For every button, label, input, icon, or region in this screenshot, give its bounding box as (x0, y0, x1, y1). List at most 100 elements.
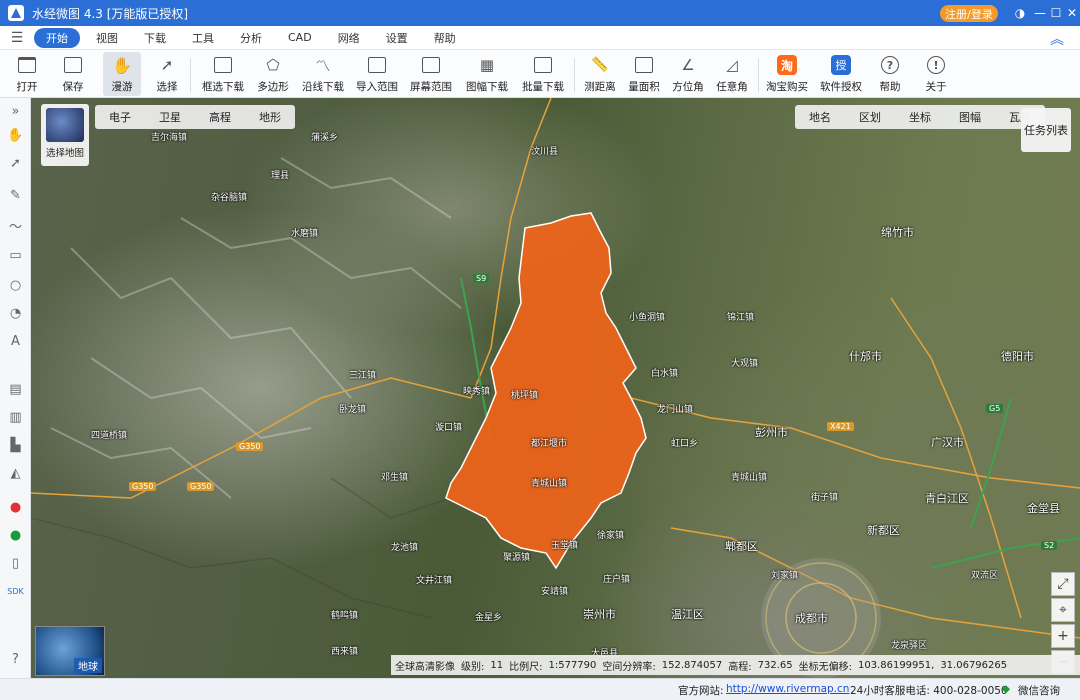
title-bar: 水经微图 4.3 [万能版已授权] 注册/登录 ◑ — ☐ ✕ (0, 0, 1080, 26)
tab-elevation[interactable]: 高程 (195, 109, 245, 125)
layer-icon[interactable]: ▥ (6, 408, 25, 427)
lock-icon: 授 (830, 54, 852, 76)
help-icon[interactable]: ? (6, 650, 25, 669)
fullscreen-icon[interactable]: ⤢ (1051, 572, 1075, 596)
tab-placenames[interactable]: 地名 (795, 109, 845, 125)
map-status-bar: 全球高清影像 级别: 11 比例尺: 1:577790 空间分辨率: 152.8… (391, 655, 1080, 675)
polygon-button[interactable]: ⬠ 多边形 (254, 52, 292, 96)
menu-network[interactable]: 网络 (328, 28, 370, 48)
select-button[interactable]: ➚ 选择 (150, 52, 184, 96)
save-button[interactable]: 保存 (56, 52, 90, 96)
tab-electronic[interactable]: 电子 (95, 109, 145, 125)
any-angle-button[interactable]: ◿ 任意角 (712, 52, 752, 96)
measure-area-button[interactable]: 量面积 (624, 52, 664, 96)
skin-icon[interactable]: ◑ (1010, 0, 1030, 26)
tab-terrain[interactable]: 地形 (245, 109, 295, 125)
globe-button[interactable]: 地球 (35, 626, 105, 676)
place-label: 杂谷脑镇 (211, 193, 248, 203)
map-select-button[interactable]: 选择地图 (41, 104, 89, 166)
cursor-icon[interactable]: ➚ (6, 154, 25, 173)
rectangle-icon[interactable]: ▭ (6, 246, 25, 265)
expand-icon[interactable]: » (6, 102, 25, 121)
hotline-text: 24小时客服电话: 400-028-0050 (850, 685, 1008, 697)
share-icon[interactable]: ● (6, 526, 25, 545)
place-label: 新都区 (867, 524, 900, 537)
tab-coordinates[interactable]: 坐标 (895, 109, 945, 125)
elevation-value: 732.65 (757, 659, 793, 671)
menu-bar: ☰ 开始 视图 下载 工具 分析 CAD 网络 设置 帮助 ︽ (0, 26, 1080, 50)
map-type-tabs: 电子 卫星 高程 地形 (95, 105, 295, 129)
menu-view[interactable]: 视图 (86, 28, 128, 48)
measure-distance-button[interactable]: 📏 测距离 (580, 52, 620, 96)
menu-tools[interactable]: 工具 (182, 28, 224, 48)
polygon-icon: ⬠ (266, 56, 280, 74)
sheet-download-button[interactable]: ▦ 图幅下载 (462, 52, 512, 96)
polygon-icon[interactable]: ◔ (6, 304, 25, 323)
circle-icon[interactable]: ○ (6, 276, 25, 295)
place-label: 理县 (271, 171, 290, 181)
task-list-button[interactable]: 任务列表 (1021, 108, 1071, 152)
profile-icon[interactable]: ◭ (6, 464, 25, 483)
grid-icon: ▦ (479, 56, 495, 74)
left-tool-sidebar: » ✋ ➚ ✎ 〜 ▭ ○ ◔ A ▤ ▥ ▙ ◭ ● ● ▯ SDK ? (0, 98, 31, 678)
scale-label: 比例尺: (509, 661, 543, 673)
place-label: 广汉市 (931, 436, 964, 449)
collapse-ribbon-icon[interactable]: ︽ (1050, 29, 1064, 49)
menu-cad[interactable]: CAD (278, 29, 322, 46)
tab-divisions[interactable]: 区划 (845, 109, 895, 125)
site-link[interactable]: http://www.rivermap.cn (726, 683, 849, 695)
menu-settings[interactable]: 设置 (376, 28, 418, 48)
screen-range-button[interactable]: 屏幕范围 (408, 52, 454, 96)
import-range-button[interactable]: 导入范围 (354, 52, 400, 96)
place-label: 绵竹市 (881, 226, 914, 239)
pan-button[interactable]: ✋ 漫游 (103, 52, 141, 96)
scale-value: 1:577790 (548, 659, 597, 671)
place-label: 蒲溪乡 (311, 133, 339, 143)
map-view[interactable]: 吉尔海镇 蒲溪乡 理县 杂谷脑镇 汶川县 水磨镇 三江镇 映秀镇 卧龙镇 四道桥… (31, 98, 1080, 678)
tab-satellite[interactable]: 卫星 (145, 109, 195, 125)
map-thumbnail (46, 108, 84, 142)
place-label: 崇州市 (583, 608, 616, 621)
tab-sheets[interactable]: 图幅 (945, 109, 995, 125)
place-label: 四道桥镇 (91, 431, 128, 441)
place-label: 街子镇 (811, 493, 839, 503)
box-download-button[interactable]: 框选下载 (200, 52, 246, 96)
batch-download-button[interactable]: 批量下载 (520, 52, 566, 96)
folder-icon (16, 54, 38, 76)
place-label: 安靖镇 (541, 587, 569, 597)
close-button[interactable]: ✕ (1062, 0, 1080, 26)
about-button[interactable]: ! 关于 (918, 52, 954, 96)
menu-help[interactable]: 帮助 (424, 28, 466, 48)
measure-icon[interactable]: ▤ (6, 380, 25, 399)
elevation-label: 高程: (728, 661, 752, 673)
place-label: 大观镇 (731, 359, 759, 369)
menu-start[interactable]: 开始 (34, 27, 80, 48)
zoom-in-button[interactable]: + (1051, 624, 1075, 648)
area-icon (633, 54, 655, 76)
hand-icon: ✋ (112, 55, 132, 75)
line-icon[interactable]: 〜 (6, 216, 25, 235)
taobao-buy-button[interactable]: 淘 淘宝购买 (764, 52, 810, 96)
phone-icon[interactable]: ▯ (6, 554, 25, 573)
hamburger-icon[interactable]: ☰ (6, 30, 28, 46)
place-label: 成都市 (795, 612, 828, 625)
license-button[interactable]: 授 软件授权 (818, 52, 864, 96)
footer-bar: 官方网站: http://www.rivermap.cn 24小时客服电话: 4… (0, 678, 1080, 700)
azimuth-button[interactable]: ∠ 方位角 (668, 52, 708, 96)
login-button[interactable]: 注册/登录 (940, 5, 998, 22)
chart-icon[interactable]: ▙ (6, 436, 25, 455)
place-label: 郫都区 (725, 540, 758, 553)
open-button[interactable]: 打开 (10, 52, 44, 96)
sdk-icon[interactable]: SDK (6, 582, 25, 601)
wechat-link[interactable]: 微信咨询 (1018, 683, 1060, 698)
line-download-button[interactable]: 〽 沿线下载 (300, 52, 346, 96)
color-icon[interactable]: ● (6, 498, 25, 517)
text-icon[interactable]: A (6, 332, 25, 351)
menu-analysis[interactable]: 分析 (230, 28, 272, 48)
hand-icon[interactable]: ✋ (6, 126, 25, 145)
menu-download[interactable]: 下载 (134, 28, 176, 48)
locate-icon[interactable]: ⌖ (1051, 598, 1075, 622)
help-button[interactable]: ? 帮助 (872, 52, 908, 96)
place-label: 桃坪镇 (511, 391, 539, 401)
pin-icon[interactable]: ✎ (6, 186, 25, 205)
